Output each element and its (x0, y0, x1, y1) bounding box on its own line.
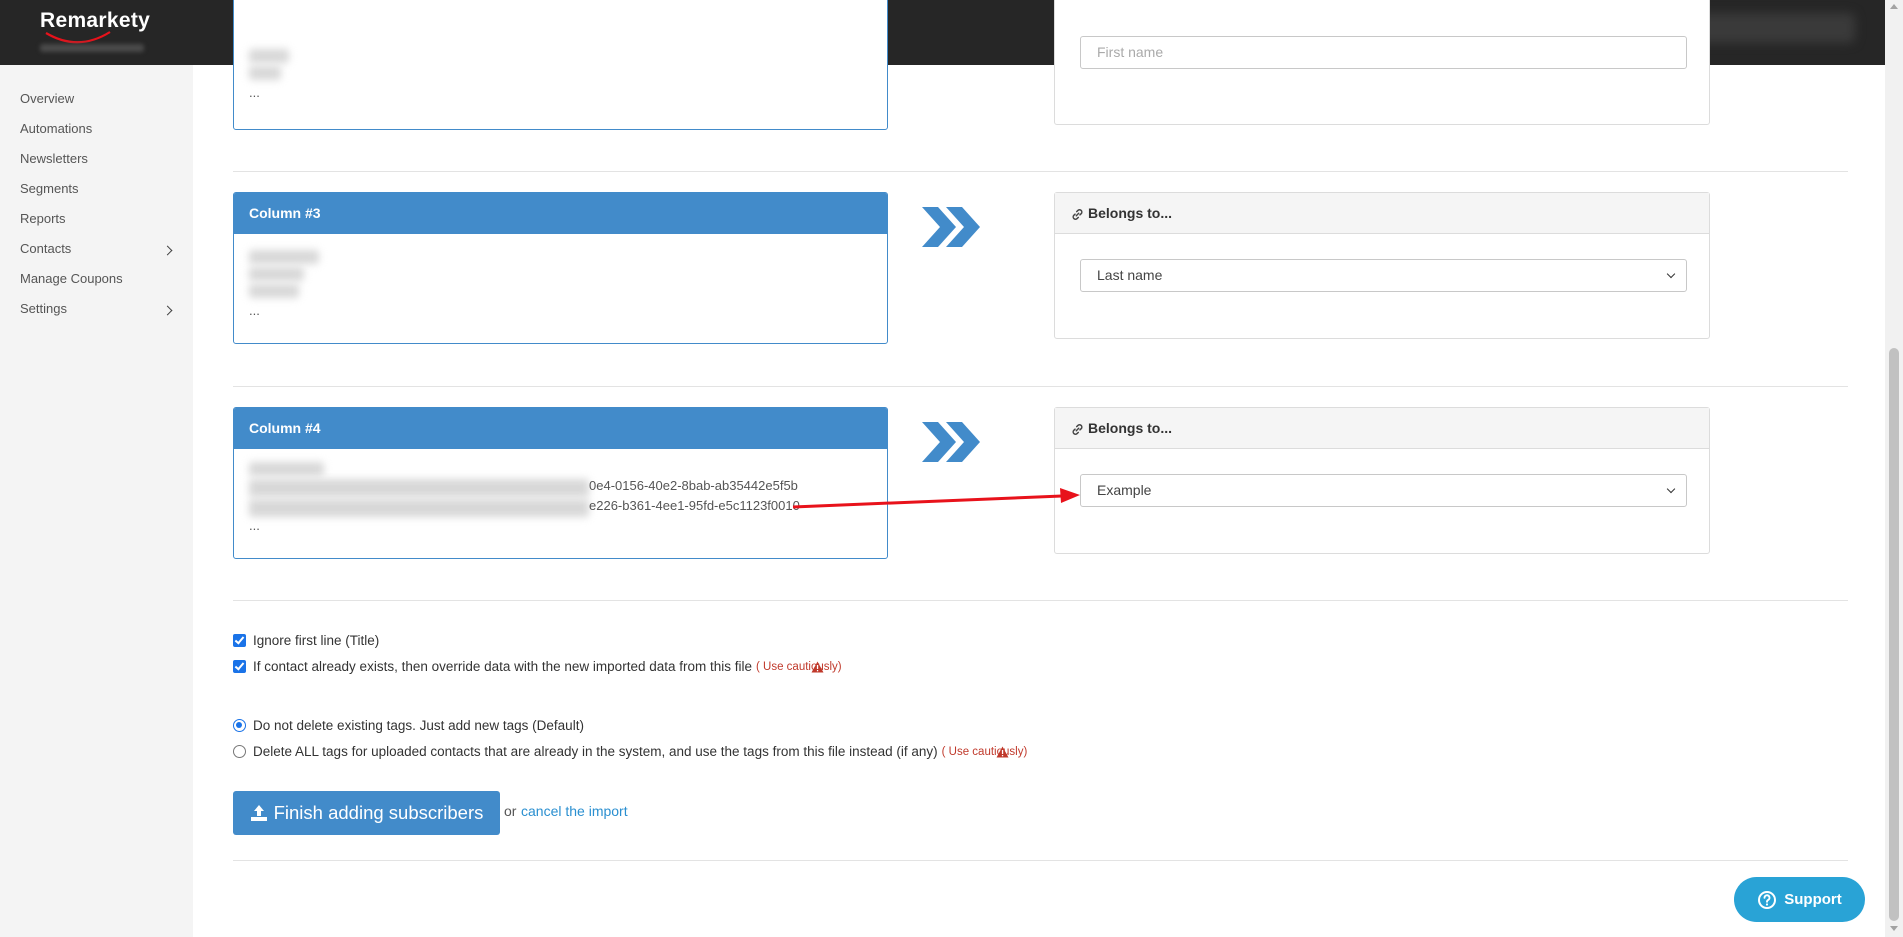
sidebar-item-reports[interactable]: Reports (20, 211, 66, 226)
option-label: Ignore first line (Title) (253, 633, 380, 648)
chevron-right-icon[interactable] (162, 305, 173, 316)
use-cautiously-warning: ( Use cautiously) (942, 746, 1028, 758)
sidebar-item-settings[interactable]: Settings (20, 301, 67, 316)
belongs-to-panel-4: Belongs to... Example (1054, 407, 1710, 554)
sidebar-item-segments[interactable]: Segments (20, 181, 79, 196)
warning-text: ( Use cautiously) (756, 660, 842, 673)
warning-text: ( Use cautiously) (941, 745, 1028, 758)
logo-swoosh-icon (45, 31, 111, 44)
chevron-down-icon (1666, 484, 1676, 494)
column-title: Column #3 (234, 193, 887, 234)
panel-header: Belongs to... (1055, 193, 1709, 234)
sidebar: Overview Automations Newsletters Segment… (0, 65, 193, 937)
sidebar-item-automations[interactable]: Automations (20, 121, 92, 136)
sidebar-item-overview[interactable]: Overview (20, 91, 74, 106)
chevron-down-icon (1666, 269, 1676, 279)
sample-value-uuid-1: 0e4-0156-40e2-8bab-ab35442e5f5b (589, 478, 798, 493)
double-chevron-right-icon (922, 207, 980, 247)
blurred-sample (249, 66, 281, 80)
link-icon (1072, 208, 1083, 220)
sample-ellipsis: ... (249, 85, 260, 100)
question-circle-icon (1758, 890, 1777, 909)
belongs-to-panel-partial: First name (1054, 0, 1710, 125)
warning-triangle-icon (811, 661, 824, 673)
replace-tags-radio[interactable] (233, 745, 246, 758)
field-select-partial[interactable]: First name (1080, 36, 1687, 69)
chevron-right-icon[interactable] (162, 245, 173, 256)
sidebar-item-manage-coupons[interactable]: Manage Coupons (20, 271, 123, 286)
override-data-checkbox[interactable] (233, 660, 246, 673)
keep-tags-radio[interactable] (233, 719, 246, 732)
option-override-data[interactable]: If contact already exists, then override… (233, 659, 842, 674)
column-title: Column #4 (234, 408, 887, 449)
blurred-sample (249, 49, 289, 63)
ignore-first-line-checkbox[interactable] (233, 634, 246, 647)
field-select-column-3[interactable]: Last name (1080, 259, 1687, 292)
vertical-scrollbar[interactable] (1885, 0, 1903, 937)
divider (233, 600, 1848, 601)
scroll-down-icon[interactable] (1890, 926, 1898, 931)
or-text: or (504, 803, 517, 819)
column-preview-3: Column #3 ... (233, 192, 888, 344)
option-keep-tags[interactable]: Do not delete existing tags. Just add ne… (233, 718, 584, 733)
scroll-up-icon[interactable] (1890, 4, 1898, 9)
panel-header: Belongs to... (1055, 408, 1709, 449)
belongs-to-panel-3: Belongs to... Last name (1054, 192, 1710, 339)
upload-icon (250, 805, 267, 821)
blurred-sample (249, 284, 299, 298)
select-value: Example (1097, 482, 1152, 498)
sidebar-item-newsletters[interactable]: Newsletters (20, 151, 88, 166)
divider (233, 386, 1848, 387)
option-replace-tags[interactable]: Delete ALL tags for uploaded contacts th… (233, 744, 1027, 759)
blurred-sample (249, 267, 304, 281)
support-label: Support (1784, 891, 1842, 908)
blurred-sample (249, 479, 589, 497)
field-select-column-4[interactable]: Example (1080, 474, 1687, 507)
select-value: First name (1097, 44, 1164, 60)
divider (233, 171, 1848, 172)
cancel-import-link[interactable]: cancel the import (521, 803, 628, 819)
option-ignore-first-line[interactable]: Ignore first line (Title) (233, 633, 379, 648)
belongs-to-label: Belongs to... (1088, 205, 1172, 221)
sample-value-uuid-2: e226-b361-4ee1-95fd-e5c1123f0010 (589, 498, 800, 513)
button-label: Finish adding subscribers (273, 802, 484, 823)
belongs-to-label: Belongs to... (1088, 420, 1172, 436)
support-button[interactable]: Support (1734, 877, 1865, 922)
finish-adding-subscribers-button[interactable]: Finish adding subscribers (233, 791, 500, 835)
option-label: Delete ALL tags for uploaded contacts th… (253, 744, 938, 759)
double-chevron-right-icon (922, 422, 980, 462)
sample-ellipsis: ... (249, 303, 260, 318)
warning-triangle-icon (996, 746, 1009, 758)
scrollbar-thumb[interactable] (1889, 348, 1899, 921)
blurred-sample (249, 499, 589, 517)
use-cautiously-warning: ( Use cautiously) (756, 661, 842, 673)
column-preview-4: Column #4 0e4-0156-40e2-8bab-ab35442e5f5… (233, 407, 888, 559)
sidebar-item-contacts[interactable]: Contacts (20, 241, 71, 256)
column-preview-partial: ... (233, 0, 888, 130)
sample-ellipsis: ... (249, 518, 260, 533)
option-label: Do not delete existing tags. Just add ne… (253, 718, 584, 733)
divider (233, 860, 1848, 861)
link-icon (1072, 423, 1083, 435)
select-value: Last name (1097, 267, 1163, 283)
option-label: If contact already exists, then override… (253, 659, 752, 674)
blurred-sample (249, 462, 324, 476)
account-name-blurred (40, 44, 144, 52)
blurred-sample (249, 250, 319, 264)
